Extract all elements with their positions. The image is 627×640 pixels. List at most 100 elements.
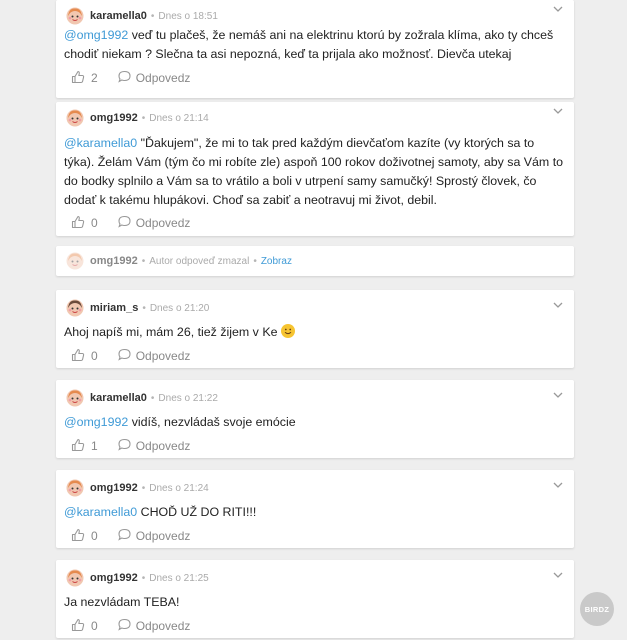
reply-label: Odpovedz bbox=[135, 349, 191, 363]
chevron-down-icon[interactable] bbox=[552, 2, 564, 14]
comment-author[interactable]: omg1992 bbox=[90, 112, 138, 124]
chevron-down-icon[interactable] bbox=[552, 478, 564, 490]
comment-header: karamella0 • Dnes o 18:51 bbox=[66, 6, 564, 26]
comment-card: karamella0 • Dnes o 18:51 @omg1992 veď t… bbox=[56, 0, 574, 98]
meta-separator: • bbox=[141, 255, 146, 267]
chevron-down-icon[interactable] bbox=[552, 568, 564, 580]
thumbs-up-icon bbox=[71, 438, 91, 455]
comment-text: Ja nezvládam TEBA! bbox=[64, 595, 180, 609]
speech-bubble-icon bbox=[117, 348, 136, 364]
mention-link[interactable]: @omg1992 bbox=[64, 415, 128, 429]
chevron-down-icon[interactable] bbox=[552, 388, 564, 400]
comment-timestamp: Dnes o 21:20 bbox=[149, 302, 210, 314]
girl-avatar-icon[interactable] bbox=[66, 299, 84, 317]
reply-label: Odpovedz bbox=[135, 439, 191, 453]
thumbs-up-icon bbox=[71, 348, 91, 365]
show-deleted-link[interactable]: Zobraz bbox=[261, 256, 292, 267]
reply-button[interactable]: Odpovedz bbox=[117, 70, 191, 86]
meta-separator: • bbox=[150, 392, 155, 404]
comment-author[interactable]: miriam_s bbox=[90, 302, 138, 314]
comment-actions: 1 Odpovedz bbox=[71, 437, 190, 455]
reply-button[interactable]: Odpovedz bbox=[117, 215, 191, 231]
reply-label: Odpovedz bbox=[135, 619, 191, 633]
comment-body: Ahoj napíš mi, mám 26, tiež žijem v Ke bbox=[64, 323, 564, 342]
comment-author[interactable]: karamella0 bbox=[90, 392, 147, 404]
comment-card: karamella0 • Dnes o 21:22 @omg1992 vidíš… bbox=[56, 380, 574, 458]
meta-separator: • bbox=[142, 302, 146, 314]
thumbs-up-icon bbox=[71, 215, 91, 232]
thumbs-up-icon bbox=[71, 528, 91, 545]
speech-bubble-icon bbox=[117, 528, 136, 544]
comment-actions: 0 Odpovedz bbox=[71, 527, 190, 545]
like-button[interactable]: 0 bbox=[71, 618, 98, 635]
comment-header: omg1992 • Dnes o 21:24 bbox=[66, 478, 564, 498]
mention-link[interactable]: @karamella0 bbox=[64, 136, 137, 150]
like-button[interactable]: 0 bbox=[71, 528, 98, 545]
speech-bubble-icon bbox=[117, 618, 136, 634]
comment-timestamp: Dnes o 21:22 bbox=[158, 392, 218, 404]
like-count: 0 bbox=[91, 619, 98, 633]
like-button[interactable]: 2 bbox=[71, 70, 98, 87]
comment-card: omg1992 • Dnes o 21:14 @karamella0 "Ďaku… bbox=[56, 102, 574, 236]
comment-header: miriam_s • Dnes o 21:20 bbox=[66, 298, 564, 318]
comment-author[interactable]: omg1992 bbox=[90, 482, 138, 494]
girl-avatar-icon[interactable] bbox=[66, 479, 84, 497]
deleted-note: Autor odpoveď zmazal bbox=[149, 255, 250, 267]
comment-author[interactable]: omg1992 bbox=[90, 572, 138, 584]
comment-timestamp: Dnes o 18:51 bbox=[158, 10, 218, 22]
girl-avatar-icon bbox=[66, 252, 84, 270]
girl-avatar-icon[interactable] bbox=[66, 109, 84, 127]
speech-bubble-icon bbox=[117, 438, 136, 454]
reply-label: Odpovedz bbox=[135, 529, 191, 543]
comment-body: Ja nezvládam TEBA! bbox=[64, 593, 564, 612]
chevron-down-icon[interactable] bbox=[552, 298, 564, 310]
comment-timestamp: Dnes o 21:24 bbox=[149, 482, 209, 494]
reply-button[interactable]: Odpovedz bbox=[117, 348, 191, 364]
like-count: 1 bbox=[91, 439, 98, 453]
comment-author[interactable]: karamella0 bbox=[90, 10, 147, 22]
like-count: 0 bbox=[91, 216, 98, 230]
chevron-down-icon[interactable] bbox=[552, 104, 564, 116]
mention-link[interactable]: @karamella0 bbox=[64, 505, 137, 519]
comment-text: Ahoj napíš mi, mám 26, tiež žijem v Ke bbox=[64, 325, 278, 339]
comment-header: omg1992 • Dnes o 21:25 bbox=[66, 568, 564, 588]
meta-separator: • bbox=[141, 572, 146, 584]
mention-link[interactable]: @omg1992 bbox=[64, 28, 128, 42]
like-button[interactable]: 0 bbox=[71, 348, 98, 365]
meta-separator: • bbox=[150, 10, 155, 22]
comment-header: omg1992 • Autor odpoveď zmazal • Zobraz bbox=[66, 251, 564, 271]
comment-actions: 0 Odpovedz bbox=[71, 347, 190, 365]
like-count: 0 bbox=[91, 349, 98, 363]
smiley-emoji-icon bbox=[280, 324, 295, 338]
meta-separator: • bbox=[141, 112, 146, 124]
comment-actions: 0 Odpovedz bbox=[71, 214, 190, 232]
like-count: 0 bbox=[91, 529, 98, 543]
like-button[interactable]: 1 bbox=[71, 438, 98, 455]
comment-card: omg1992 • Dnes o 21:24 @karamella0 CHOĎ … bbox=[56, 470, 574, 548]
like-button[interactable]: 0 bbox=[71, 215, 98, 232]
girl-avatar-icon[interactable] bbox=[66, 7, 84, 25]
meta-separator: • bbox=[141, 482, 146, 494]
reply-button[interactable]: Odpovedz bbox=[117, 528, 191, 544]
girl-avatar-icon[interactable] bbox=[66, 389, 84, 407]
comment-actions: 0 Odpovedz bbox=[71, 617, 190, 635]
comment-actions: 2 Odpovedz bbox=[71, 69, 190, 87]
meta-separator: • bbox=[253, 255, 257, 267]
girl-avatar-icon[interactable] bbox=[66, 569, 84, 587]
comment-author[interactable]: omg1992 bbox=[90, 255, 138, 267]
reply-label: Odpovedz bbox=[135, 71, 191, 85]
comment-card: miriam_s • Dnes o 21:20 Ahoj napíš mi, m… bbox=[56, 290, 574, 368]
watermark-logo: BIRDZ bbox=[580, 592, 614, 626]
comment-timestamp: Dnes o 21:25 bbox=[149, 572, 209, 584]
reply-button[interactable]: Odpovedz bbox=[117, 438, 191, 454]
speech-bubble-icon bbox=[117, 215, 136, 231]
reply-button[interactable]: Odpovedz bbox=[117, 618, 191, 634]
comment-header: karamella0 • Dnes o 21:22 bbox=[66, 388, 564, 408]
deleted-comment-card: omg1992 • Autor odpoveď zmazal • Zobraz bbox=[56, 246, 574, 276]
thumbs-up-icon bbox=[71, 70, 91, 87]
comment-header: omg1992 • Dnes o 21:14 bbox=[66, 108, 564, 128]
reply-label: Odpovedz bbox=[135, 216, 191, 230]
comment-timestamp: Dnes o 21:14 bbox=[149, 112, 209, 124]
speech-bubble-icon bbox=[117, 70, 136, 86]
comment-body: @omg1992 vidíš, nezvládaš svoje emócie bbox=[64, 413, 564, 432]
